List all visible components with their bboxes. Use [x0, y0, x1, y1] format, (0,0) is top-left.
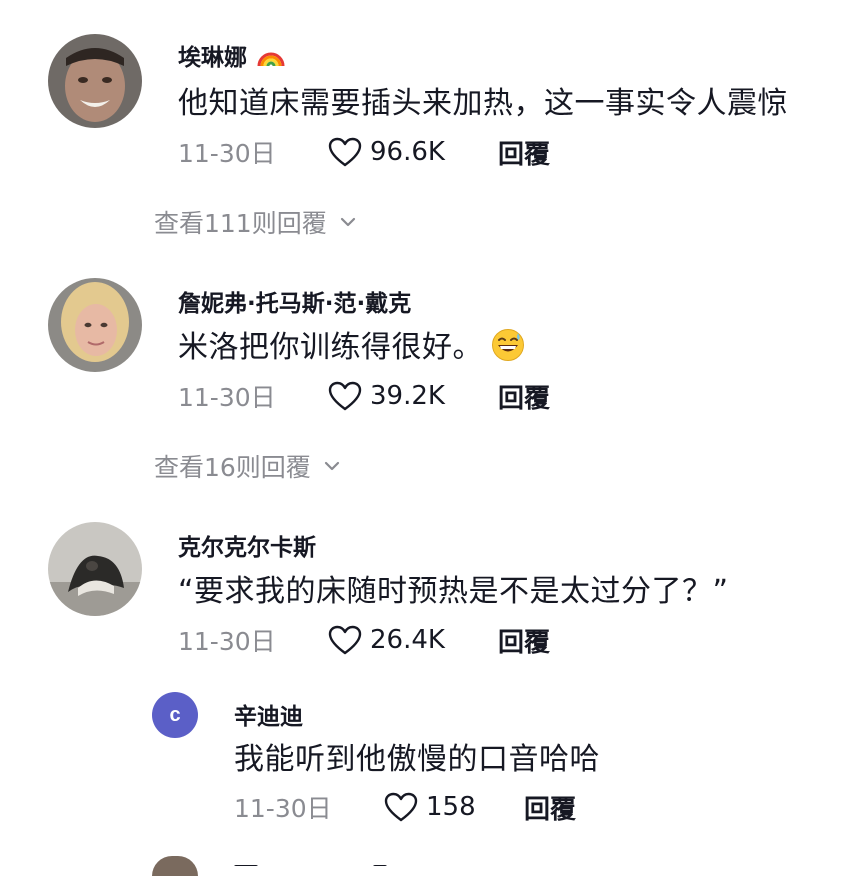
like-button[interactable]: 39.2K — [328, 381, 498, 411]
reply-meta: 11-30日 158 回覆 — [234, 787, 576, 827]
reply-username[interactable]: 辛迪迪 — [234, 697, 303, 731]
comment-username[interactable]: 詹妮弗·托马斯·范·戴克 — [178, 284, 411, 318]
comment-meta: 11-30日 39.2K 回覆 — [178, 376, 550, 416]
like-button[interactable]: 96.6K — [328, 137, 498, 167]
reply-button[interactable]: 回覆 — [498, 378, 550, 415]
like-count: 26.4K — [370, 625, 445, 655]
like-count: 158 — [426, 792, 476, 822]
view-replies-button[interactable]: 查看111则回覆 — [154, 204, 357, 240]
grinning-sweat-emoji — [492, 329, 524, 361]
heart-icon — [328, 381, 362, 411]
comment-text: 米洛把你训练得很好。 — [178, 322, 525, 366]
reply-button[interactable]: 回覆 — [498, 622, 550, 659]
comment-date: 11-30日 — [178, 139, 276, 168]
comment-username[interactable]: 埃琳娜 — [178, 38, 285, 72]
comment-text: 他知道床需要插头来加热，这一事实令人震惊 — [178, 86, 788, 121]
like-count: 96.6K — [370, 137, 445, 167]
reply-button[interactable]: 回覆 — [498, 134, 550, 171]
view-replies-label: 查看111则回覆 — [154, 209, 327, 238]
heart-icon — [328, 137, 362, 167]
chevron-down-icon — [340, 217, 355, 227]
heart-icon — [328, 625, 362, 655]
reply-date: 11-30日 — [234, 794, 332, 823]
comment-username[interactable]: 克尔克尔卡斯 — [178, 528, 316, 562]
view-replies-label: 查看16则回覆 — [154, 453, 311, 482]
view-replies-button[interactable]: 查看16则回覆 — [154, 448, 341, 484]
comment-meta: 11-30日 26.4K 回覆 — [178, 620, 550, 660]
avatar[interactable] — [48, 522, 142, 616]
like-button[interactable]: 26.4K — [328, 625, 498, 655]
comment-meta: 11-30日 96.6K 回覆 — [178, 132, 550, 172]
avatar-letter: c — [169, 703, 181, 726]
like-count: 39.2K — [370, 381, 445, 411]
comment-text: “要求我的床随时预热是不是太过分了？” — [178, 574, 729, 609]
reply-text: 我能听到他傲慢的口音哈哈 — [234, 742, 600, 777]
comment-date: 11-30日 — [178, 627, 276, 656]
avatar[interactable] — [48, 34, 142, 128]
heart-icon — [384, 792, 418, 822]
avatar[interactable]: c — [152, 692, 198, 738]
chevron-down-icon — [324, 461, 339, 471]
comment-date: 11-30日 — [178, 383, 276, 412]
reply-button[interactable]: 回覆 — [524, 789, 576, 826]
next-comment-avatar-partial — [152, 856, 198, 876]
like-button[interactable]: 158 — [384, 792, 524, 822]
avatar[interactable] — [48, 278, 142, 372]
rainbow-icon — [257, 52, 285, 67]
next-comment-username-partial — [234, 858, 394, 866]
